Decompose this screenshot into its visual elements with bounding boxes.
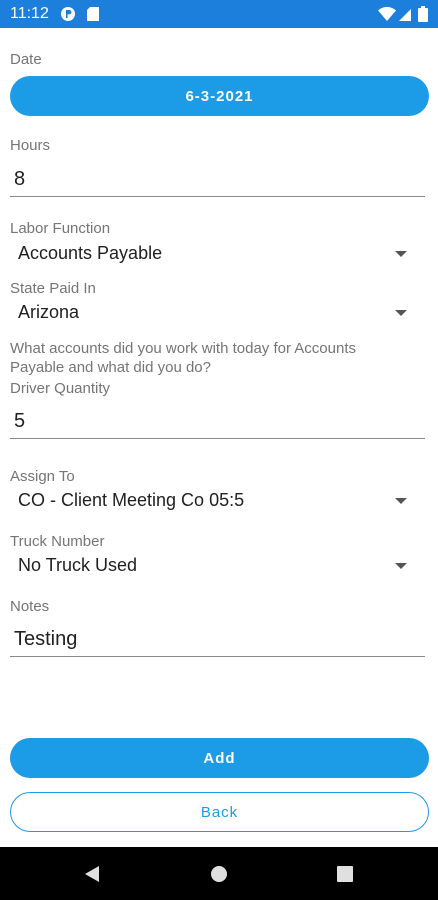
app-notification-icon (60, 6, 76, 27)
dropdown-arrow-icon (395, 310, 407, 316)
assign-to-picker[interactable]: CO - Client Meeting Co 05:5 (10, 486, 425, 514)
back-triangle-icon[interactable] (84, 865, 100, 888)
labor-function-label: Labor Function (10, 220, 111, 237)
driver-quantity-input[interactable]: 5 (10, 403, 425, 439)
notes-value: Testing (14, 628, 78, 650)
notes-label: Notes (10, 598, 50, 615)
add-button[interactable]: Add (10, 738, 429, 778)
sd-card-icon (86, 6, 100, 27)
back-button-label: Back (200, 803, 239, 821)
notes-input[interactable]: Testing (10, 621, 425, 657)
dropdown-arrow-icon (395, 251, 407, 257)
hours-value: 8 (14, 168, 26, 190)
truck-number-value: No Truck Used (18, 555, 138, 575)
cell-signal-icon (398, 6, 412, 27)
date-label: Date (10, 51, 42, 68)
truck-number-label: Truck Number (10, 533, 105, 550)
wifi-icon (378, 6, 396, 27)
assign-to-value: CO - Client Meeting Co 05:5 (18, 490, 245, 510)
driver-quantity-value: 5 (14, 410, 26, 432)
dropdown-arrow-icon (395, 563, 407, 569)
question-text: What accounts did you work with today fo… (10, 340, 357, 376)
date-picker-button[interactable]: 6-3-2021 (10, 76, 429, 116)
state-paid-in-label: State Paid In (10, 280, 96, 297)
status-time: 11:12 (10, 5, 49, 22)
truck-number-picker[interactable]: No Truck Used (10, 551, 425, 579)
labor-function-value: Accounts Payable (18, 243, 163, 263)
navigation-bar (0, 847, 438, 900)
home-circle-icon[interactable] (210, 865, 228, 888)
hours-label: Hours (10, 137, 51, 154)
state-paid-in-value: Arizona (18, 302, 80, 322)
add-button-label: Add (203, 749, 236, 767)
battery-icon (418, 6, 428, 27)
assign-to-label: Assign To (10, 468, 75, 485)
dropdown-arrow-icon (395, 498, 407, 504)
driver-quantity-label: Driver Quantity (10, 380, 111, 397)
labor-function-picker[interactable]: Accounts Payable (10, 239, 425, 267)
date-value: 6-3-2021 (185, 87, 254, 105)
back-button[interactable]: Back (10, 792, 429, 832)
state-paid-in-picker[interactable]: Arizona (10, 298, 425, 326)
recents-square-icon[interactable] (337, 866, 353, 887)
status-bar: 11:12 (0, 0, 438, 28)
hours-input[interactable]: 8 (10, 161, 425, 197)
